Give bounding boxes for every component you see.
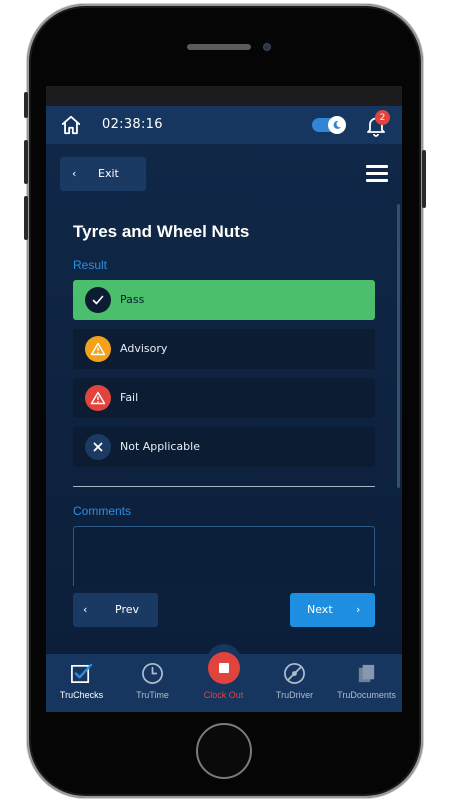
prev-label: Prev (115, 603, 139, 616)
nav-item-trutime[interactable]: TruTime (117, 654, 188, 712)
result-option-pass[interactable]: Pass (73, 280, 375, 320)
scrollbar[interactable] (397, 204, 400, 488)
chevron-left-icon: ‹ (72, 167, 77, 180)
moon-icon (328, 116, 346, 134)
hamburger-menu-icon[interactable] (366, 165, 388, 183)
dark-mode-toggle[interactable] (312, 116, 346, 134)
steering-icon (284, 663, 305, 684)
exit-button[interactable]: ‹ Exit (60, 157, 146, 191)
checklist-icon (71, 663, 93, 683)
result-option-advisory[interactable]: Advisory (73, 329, 375, 369)
header-clock: 02:38:16 (102, 117, 163, 132)
nav-label: TruChecks (59, 690, 104, 700)
comments-field[interactable] (73, 526, 375, 586)
option-label: Fail (120, 391, 139, 404)
result-label: Result (73, 258, 108, 272)
chevron-right-icon: › (356, 603, 361, 616)
nav-item-truchecks[interactable]: TruChecks (46, 654, 117, 712)
phone-home-button[interactable] (196, 723, 252, 779)
bottom-nav: TruChecks TruTime Clock Out TruDriver Tr… (46, 644, 402, 712)
home-icon[interactable] (60, 114, 82, 136)
next-label: Next (307, 603, 333, 616)
earpiece-speaker (187, 44, 251, 50)
check-icon (85, 287, 111, 313)
status-bar (46, 86, 402, 106)
nav-label: TruTime (136, 690, 169, 700)
volume-down-button (24, 196, 28, 240)
prev-button[interactable]: ‹ Prev (73, 593, 158, 627)
mute-switch (24, 92, 28, 118)
option-label: Advisory (120, 342, 168, 355)
warning-icon (85, 385, 111, 411)
notification-badge: 2 (375, 110, 390, 125)
nav-label: Clock Out (203, 690, 244, 700)
app-header: 02:38:16 2 (46, 106, 402, 144)
clock-icon (142, 663, 163, 684)
warning-icon (85, 336, 111, 362)
close-icon (85, 434, 111, 460)
clock-out-button[interactable] (208, 652, 240, 684)
result-option-fail[interactable]: Fail (73, 378, 375, 418)
option-label: Pass (120, 293, 145, 306)
nav-item-trudriver[interactable]: TruDriver (259, 654, 330, 712)
check-title: Tyres and Wheel Nuts (73, 222, 250, 241)
nav-label: TruDriver (275, 690, 314, 700)
nav-item-trudocuments[interactable]: TruDocuments (331, 654, 402, 712)
option-label: Not Applicable (120, 440, 200, 453)
result-option-not-applicable[interactable]: Not Applicable (73, 427, 375, 467)
comments-label: Comments (73, 504, 132, 518)
documents-icon (358, 664, 375, 683)
exit-label: Exit (98, 167, 119, 180)
volume-up-button (24, 140, 28, 184)
next-button[interactable]: Next › (290, 593, 375, 627)
nav-label: TruDocuments (337, 690, 396, 700)
app-screen: 02:38:16 2 ‹ Exit Tyres and Wheel Nuts R… (46, 86, 402, 712)
section-divider (73, 486, 375, 487)
stop-icon (219, 663, 229, 673)
power-button (422, 150, 426, 208)
front-camera (263, 43, 271, 51)
chevron-left-icon: ‹ (83, 603, 88, 616)
